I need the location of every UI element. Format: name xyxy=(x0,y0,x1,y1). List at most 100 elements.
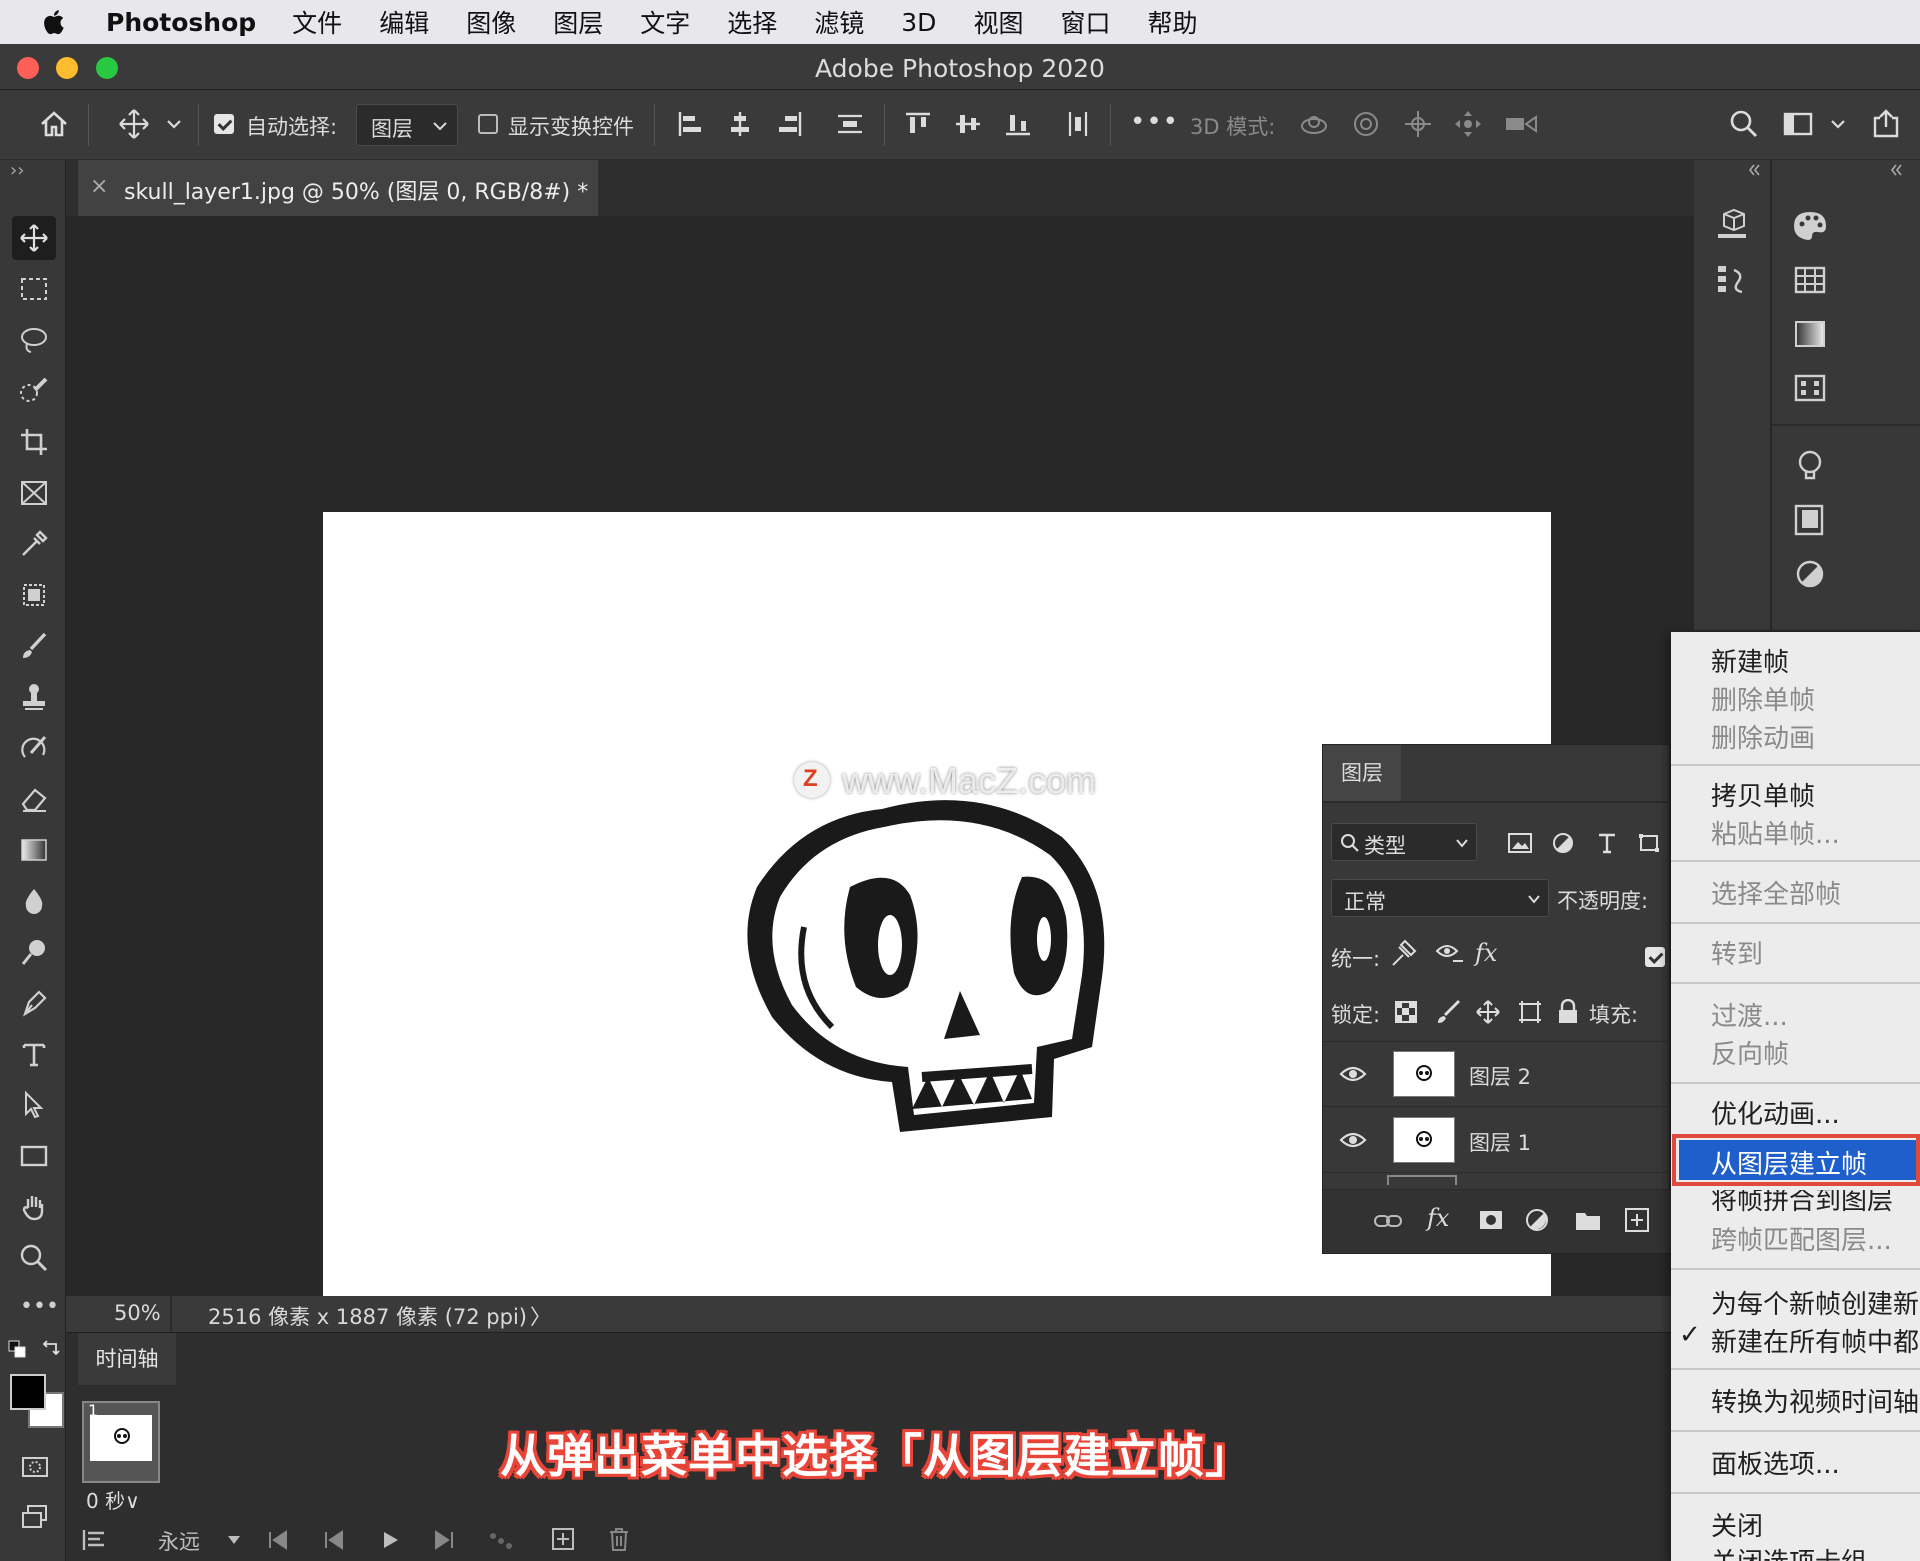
duplicate-frame-icon[interactable] xyxy=(550,1526,576,1552)
propagate-frame-checkbox[interactable] xyxy=(1645,947,1665,967)
close-tab-icon[interactable]: × xyxy=(90,174,108,199)
align-left-edges-icon[interactable] xyxy=(674,108,706,140)
align-horizontal-centers-icon[interactable] xyxy=(724,108,756,140)
distribute-horizontal-icon[interactable] xyxy=(1062,108,1094,140)
collapse-dock-icon[interactable] xyxy=(1746,162,1762,178)
next-frame-icon[interactable] xyxy=(432,1528,456,1552)
frame-tool[interactable] xyxy=(12,471,56,515)
menu-view[interactable]: 视图 xyxy=(973,4,1023,40)
menu-edit[interactable]: 编辑 xyxy=(379,4,429,40)
clone-stamp-tool[interactable] xyxy=(12,675,56,719)
color-palette-icon[interactable] xyxy=(1790,206,1830,246)
move-tool[interactable] xyxy=(12,216,56,260)
align-bottom-edges-icon[interactable] xyxy=(1002,108,1034,140)
convert-timeline-icon[interactable] xyxy=(80,1526,108,1554)
menu-select[interactable]: 选择 xyxy=(727,4,777,40)
layer-style-icon[interactable]: fx xyxy=(1427,1204,1449,1232)
menu-item-make-frames-from-layers[interactable]: 从图层建立帧 xyxy=(1711,1144,1867,1181)
layer-row-layer-2[interactable]: 图层 2 xyxy=(1323,1043,1671,1107)
eye-visibility-icon[interactable] xyxy=(1339,1129,1367,1151)
layer-name[interactable]: 图层 2 xyxy=(1469,1061,1531,1091)
lock-pixels-icon[interactable] xyxy=(1435,999,1461,1025)
menu-item-create-new-layer-each-frame[interactable]: 为每个新帧创建新 xyxy=(1711,1284,1919,1321)
eyedropper-tool[interactable] xyxy=(12,522,56,566)
hand-tool[interactable] xyxy=(12,1185,56,1229)
menu-item-tween[interactable]: 过渡... xyxy=(1711,996,1788,1033)
3d-roll-icon[interactable] xyxy=(1350,108,1382,140)
collapse-dock-icon[interactable] xyxy=(1888,162,1904,178)
new-layer-icon[interactable] xyxy=(1623,1206,1651,1234)
spot-healing-tool[interactable] xyxy=(12,573,56,617)
path-selection-tool[interactable] xyxy=(12,1083,56,1127)
lasso-tool[interactable] xyxy=(12,318,56,362)
menu-help[interactable]: 帮助 xyxy=(1147,4,1197,40)
image-filter-icon[interactable] xyxy=(1507,831,1533,855)
menu-item-close-tab-group[interactable]: 关闭选项卡组 xyxy=(1711,1542,1867,1561)
menu-app-name[interactable]: Photoshop xyxy=(106,8,256,37)
foreground-color-swatch[interactable] xyxy=(10,1374,46,1410)
play-icon[interactable] xyxy=(378,1528,402,1552)
timeline-tab[interactable]: 时间轴 xyxy=(78,1333,176,1385)
apple-logo-icon[interactable] xyxy=(40,7,70,37)
unify-position-icon[interactable] xyxy=(1389,939,1421,969)
menu-item-convert-to-video-timeline[interactable]: 转换为视频时间轴 xyxy=(1711,1382,1919,1419)
menu-item-delete-animation[interactable]: 删除动画 xyxy=(1711,718,1815,755)
edit-toolbar-button[interactable]: ••• xyxy=(20,1294,59,1319)
quick-selection-tool[interactable] xyxy=(12,369,56,413)
3d-orbit-icon[interactable] xyxy=(1298,108,1330,140)
chevron-down-icon[interactable] xyxy=(164,108,184,140)
share-icon[interactable] xyxy=(1870,108,1902,140)
menu-layer[interactable]: 图层 xyxy=(553,4,603,40)
frame-delay[interactable]: 0 秒∨ xyxy=(86,1485,140,1514)
search-icon[interactable] xyxy=(1728,108,1760,140)
move-tool-icon[interactable] xyxy=(118,108,150,140)
swatches-panel-icon[interactable] xyxy=(1790,260,1830,300)
tools-collapse-toggle[interactable]: ›› xyxy=(10,160,24,181)
menu-item-close[interactable]: 关闭 xyxy=(1711,1506,1763,1543)
document-tab[interactable]: × skull_layer1.jpg @ 50% (图层 0, RGB/8#) … xyxy=(78,160,598,216)
adjustment-filter-icon[interactable] xyxy=(1551,831,1575,855)
more-options-button[interactable]: ••• xyxy=(1130,107,1179,137)
dodge-tool[interactable] xyxy=(12,930,56,974)
libraries-panel-icon[interactable] xyxy=(1790,500,1830,540)
new-group-folder-icon[interactable] xyxy=(1573,1206,1603,1234)
align-vertical-centers-icon[interactable] xyxy=(952,108,984,140)
menu-item-new-layers-visible-in-all-frames[interactable]: 新建在所有帧中都 xyxy=(1711,1322,1919,1359)
previous-frame-icon[interactable] xyxy=(322,1528,346,1552)
menu-item-go-to[interactable]: 转到 xyxy=(1711,934,1763,971)
menu-item-paste-frame[interactable]: 粘贴单帧... xyxy=(1711,814,1840,851)
tween-icon[interactable] xyxy=(488,1528,514,1552)
lightbulb-learn-icon[interactable] xyxy=(1790,446,1830,486)
crop-tool[interactable] xyxy=(12,420,56,464)
home-icon[interactable] xyxy=(38,108,70,140)
eye-visibility-icon[interactable] xyxy=(1339,1063,1367,1085)
zoom-tool[interactable] xyxy=(12,1236,56,1280)
distribute-vertical-icon[interactable] xyxy=(834,108,866,140)
layer-filter-dropdown[interactable]: 类型 xyxy=(1331,823,1477,861)
blur-tool[interactable] xyxy=(12,879,56,923)
link-layers-icon[interactable] xyxy=(1373,1208,1403,1234)
menu-item-panel-options[interactable]: 面板选项... xyxy=(1711,1444,1840,1481)
eraser-tool[interactable] xyxy=(12,777,56,821)
screen-mode-icon[interactable] xyxy=(20,1502,50,1532)
swap-colors-icon[interactable] xyxy=(40,1340,62,1360)
status-menu-arrow[interactable]: 〉 xyxy=(530,1301,551,1331)
unify-visibility-icon[interactable] xyxy=(1435,939,1467,969)
auto-select-target-dropdown[interactable]: 图层 xyxy=(356,104,458,146)
layer-name[interactable]: 图层 1 xyxy=(1469,1127,1531,1157)
layers-tab[interactable]: 图层 xyxy=(1323,745,1401,801)
menu-image[interactable]: 图像 xyxy=(466,4,516,40)
shape-filter-icon[interactable] xyxy=(1637,831,1661,855)
patterns-panel-icon[interactable] xyxy=(1790,368,1830,408)
auto-select-checkbox[interactable] xyxy=(214,114,234,134)
menu-3d[interactable]: 3D xyxy=(901,8,936,37)
menu-item-reverse-frames[interactable]: 反向帧 xyxy=(1711,1034,1789,1071)
animation-frame[interactable]: 1 xyxy=(82,1401,160,1483)
add-mask-icon[interactable] xyxy=(1477,1206,1505,1234)
brush-tool[interactable] xyxy=(12,624,56,668)
marquee-tool[interactable] xyxy=(12,267,56,311)
menu-file[interactable]: 文件 xyxy=(292,4,342,40)
3d-panel-icon[interactable] xyxy=(1712,206,1752,246)
menu-item-new-frame[interactable]: 新建帧 xyxy=(1711,642,1789,679)
adjustments-panel-icon[interactable] xyxy=(1790,554,1830,594)
